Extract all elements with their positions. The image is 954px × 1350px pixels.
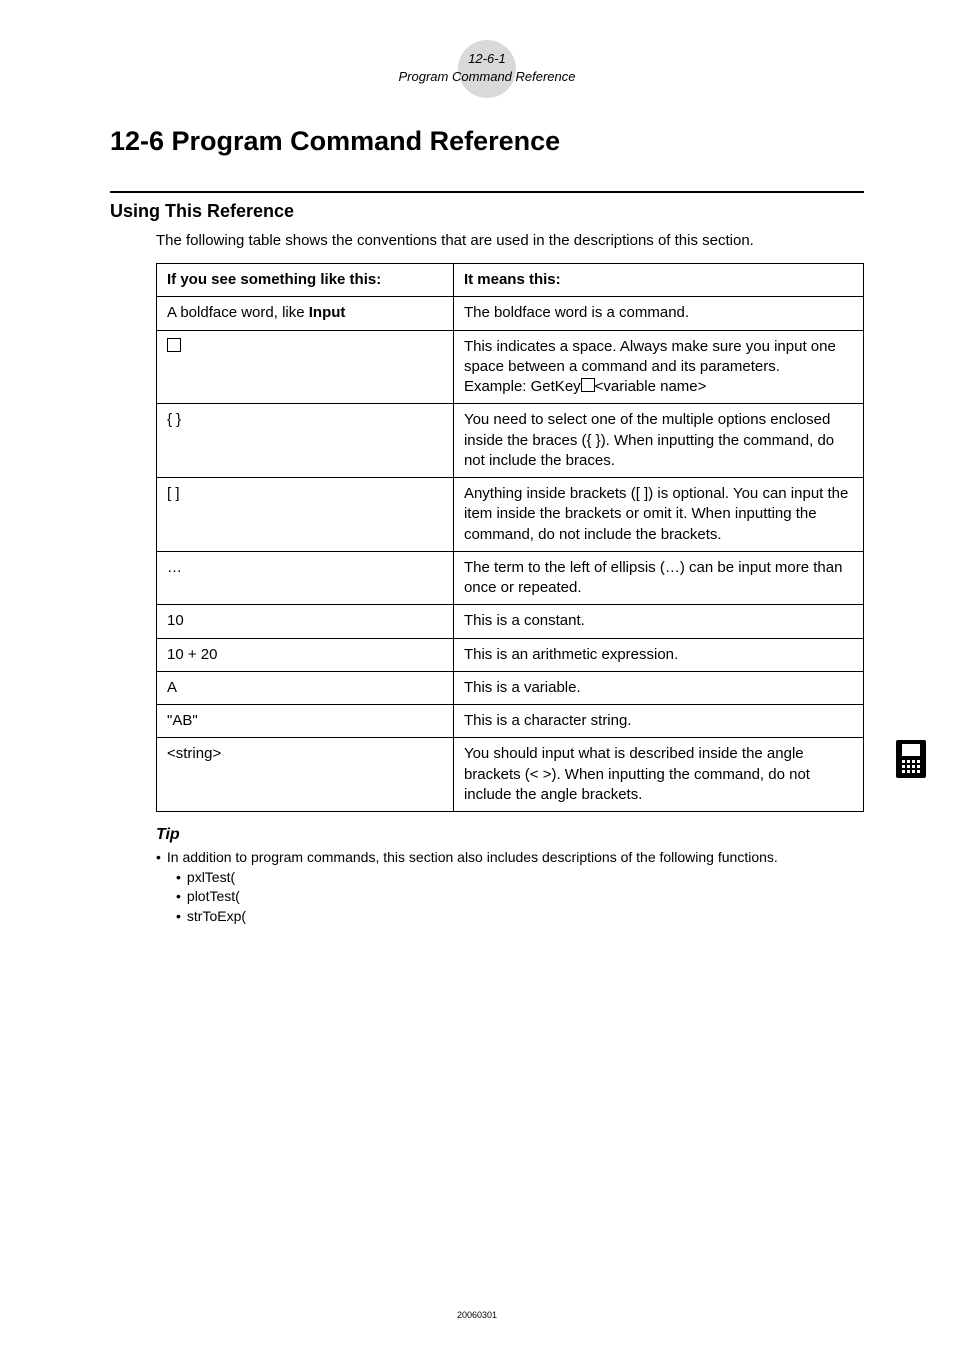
table-cell-right: You need to select one of the multiple o… xyxy=(453,404,863,478)
table-cell-right: This indicates a space. Always make sure… xyxy=(453,330,863,404)
table-header-left: If you see something like this: xyxy=(157,264,454,297)
table-row: This indicates a space. Always make sure… xyxy=(157,330,864,404)
table-cell-right: This is a character string. xyxy=(453,705,863,738)
header-pageref: 12-6-1 xyxy=(468,51,506,66)
tip-sub-item: • pxlTest( xyxy=(176,868,864,888)
table-cell-right: This is an arithmetic expression. xyxy=(453,638,863,671)
tip-sub-text: pxlTest( xyxy=(187,868,235,888)
table-cell-left: "AB" xyxy=(157,705,454,738)
tip-sub-item: • plotTest( xyxy=(176,887,864,907)
table-row: A boldface word, like InputThe boldface … xyxy=(157,297,864,330)
table-cell-left: A xyxy=(157,671,454,704)
tip-sub-text: strToExp( xyxy=(187,907,246,927)
tip-heading: Tip xyxy=(156,826,864,844)
reference-table: If you see something like this: It means… xyxy=(156,263,864,812)
bullet-dot: • xyxy=(176,887,181,907)
table-cell-right: This is a variable. xyxy=(453,671,863,704)
table-cell-right: This is a constant. xyxy=(453,605,863,638)
tip-body: • In addition to program commands, this … xyxy=(156,848,864,926)
table-cell-left: … xyxy=(157,551,454,605)
table-row: <string>You should input what is describ… xyxy=(157,738,864,812)
table-cell-left xyxy=(157,330,454,404)
table-cell-left: 10 xyxy=(157,605,454,638)
table-row: { }You need to select one of the multipl… xyxy=(157,404,864,478)
bullet-dot: • xyxy=(156,848,161,868)
table-cell-right: You should input what is described insid… xyxy=(453,738,863,812)
table-row: …The term to the left of ellipsis (…) ca… xyxy=(157,551,864,605)
tip-sub-text: plotTest( xyxy=(187,887,240,907)
tip-sub-item: • strToExp( xyxy=(176,907,864,927)
horizontal-rule xyxy=(110,191,864,193)
table-header-right: It means this: xyxy=(453,264,863,297)
bullet-dot: • xyxy=(176,907,181,927)
table-cell-left: A boldface word, like Input xyxy=(157,297,454,330)
bullet-dot: • xyxy=(176,868,181,888)
calculator-icon xyxy=(896,740,926,778)
section-title: 12-6 Program Command Reference xyxy=(110,126,864,157)
header-text: 12-6-1 Program Command Reference xyxy=(398,50,575,85)
table-cell-left: { } xyxy=(157,404,454,478)
table-cell-right: Anything inside brackets ([ ]) is option… xyxy=(453,478,863,552)
table-row: 10This is a constant. xyxy=(157,605,864,638)
table-cell-left: <string> xyxy=(157,738,454,812)
table-row: "AB"This is a character string. xyxy=(157,705,864,738)
page-header: 12-6-1 Program Command Reference xyxy=(110,40,864,100)
table-cell-left: 10 + 20 xyxy=(157,638,454,671)
tip-main-text: In addition to program commands, this se… xyxy=(167,848,778,868)
table-cell-right: The term to the left of ellipsis (…) can… xyxy=(453,551,863,605)
intro-paragraph: The following table shows the convention… xyxy=(156,232,864,249)
table-row: 10 + 20This is an arithmetic expression. xyxy=(157,638,864,671)
header-title: Program Command Reference xyxy=(398,69,575,84)
table-cell-right: The boldface word is a command. xyxy=(453,297,863,330)
table-row: AThis is a variable. xyxy=(157,671,864,704)
footer-date: 20060301 xyxy=(457,1310,497,1320)
table-row: [ ]Anything inside brackets ([ ]) is opt… xyxy=(157,478,864,552)
subsection-heading: Using This Reference xyxy=(110,201,864,222)
table-cell-left: [ ] xyxy=(157,478,454,552)
